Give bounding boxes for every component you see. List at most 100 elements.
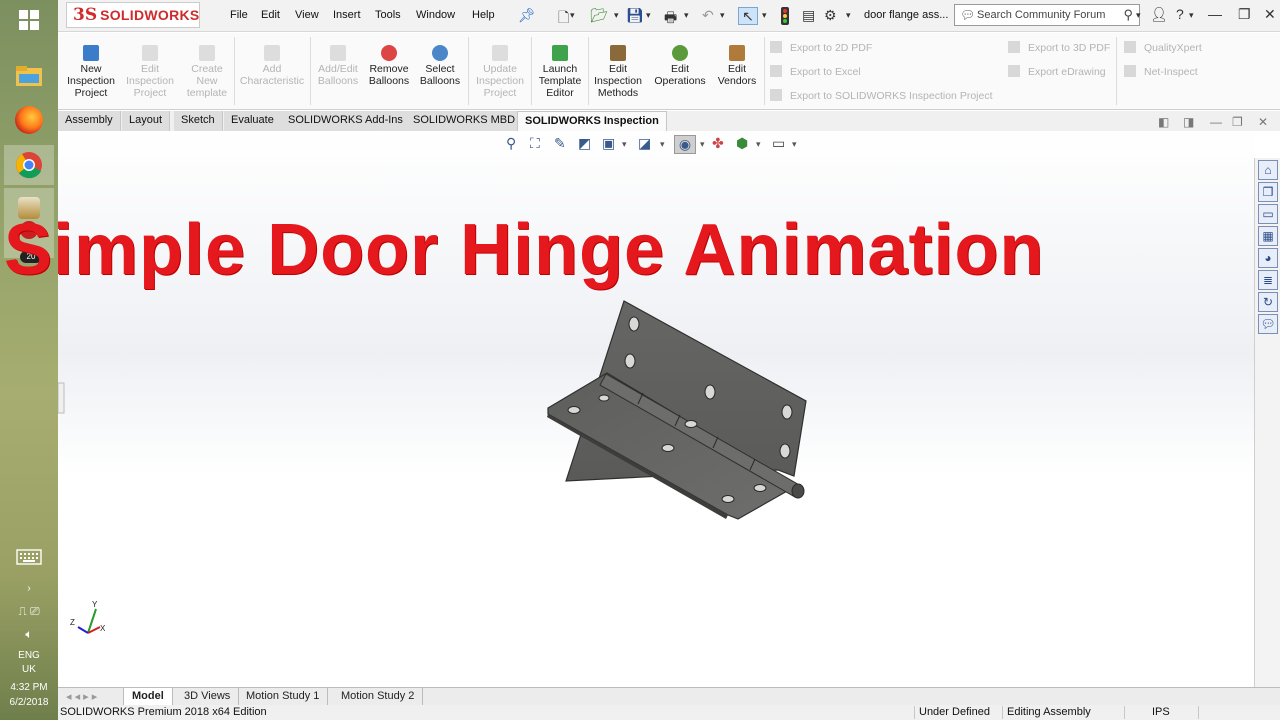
edit-inspection-methods-button[interactable]: Edit Inspection Methods xyxy=(590,45,646,99)
view-orientation-icon[interactable]: ◪ xyxy=(638,135,651,152)
viewport-close-icon[interactable]: ✕ xyxy=(1258,115,1268,129)
export-edrawing-button[interactable]: Export eDrawing xyxy=(1008,65,1106,78)
help-dropdown-icon[interactable]: ▾ xyxy=(1189,10,1194,28)
display-monitor-icon[interactable]: ▭ xyxy=(772,135,785,152)
firefox-button[interactable] xyxy=(4,100,54,140)
options-dropdown-icon[interactable]: ▾ xyxy=(846,10,851,28)
zoom-to-area-icon[interactable]: ⛶ xyxy=(530,135,540,152)
select-dropdown-icon[interactable]: ▾ xyxy=(762,10,767,28)
orientation-dropdown-icon[interactable]: ▾ xyxy=(660,139,665,150)
add-characteristic-button[interactable]: Add Characteristic xyxy=(238,45,306,87)
menu-insert[interactable]: Insert xyxy=(333,9,361,21)
rebuild-traffic-light-icon[interactable] xyxy=(780,7,790,25)
clock-date[interactable]: 6/2/2018 xyxy=(0,696,58,710)
monitor-dropdown-icon[interactable]: ▾ xyxy=(792,139,797,150)
menu-edit[interactable]: Edit xyxy=(261,9,280,21)
open-folder-icon[interactable]: 📂︎ xyxy=(590,7,608,25)
open-dropdown-icon[interactable]: ▾ xyxy=(614,10,619,28)
options-gear-icon[interactable]: ⚙ xyxy=(824,7,837,25)
undo-icon[interactable]: ↶ xyxy=(702,7,714,25)
search-dropdown-icon[interactable]: ▾ xyxy=(1136,10,1141,28)
remove-balloons-button[interactable]: Remove Balloons xyxy=(366,45,412,87)
save-icon[interactable]: 💾︎ xyxy=(626,7,644,25)
export-excel-button[interactable]: Export to Excel xyxy=(770,65,861,78)
menu-window[interactable]: Window xyxy=(416,9,455,21)
help-icon[interactable]: ? xyxy=(1176,6,1184,22)
tab-assembly[interactable]: Assembly xyxy=(58,111,121,131)
feature-tree-handle[interactable] xyxy=(58,382,65,414)
print-icon[interactable]: 🖶 xyxy=(664,7,677,25)
new-dropdown-icon[interactable]: ▾ xyxy=(570,10,575,28)
tab-motion-study-2[interactable]: Motion Study 2 xyxy=(333,688,424,705)
edit-operations-button[interactable]: Edit Operations xyxy=(650,45,710,87)
select-pointer-icon[interactable]: ↖ xyxy=(738,7,758,25)
chrome-button[interactable] xyxy=(4,145,54,185)
viewport-forward-icon[interactable]: ◨ xyxy=(1183,115,1194,129)
close-icon[interactable]: ✕ xyxy=(1264,6,1276,23)
dynamic-annotation-icon[interactable]: ▣ xyxy=(602,135,615,152)
launch-template-editor-button[interactable]: Launch Template Editor xyxy=(534,45,586,99)
viewport-restore-icon[interactable]: ❐ xyxy=(1232,115,1243,129)
search-icon[interactable]: ⚲ xyxy=(1123,7,1133,23)
menu-tools[interactable]: Tools xyxy=(375,9,401,21)
display-style-icon[interactable]: ◉ xyxy=(674,135,696,154)
hide-show-items-icon[interactable]: ✤ xyxy=(712,135,724,152)
menu-file[interactable]: File xyxy=(230,9,248,21)
volume-icon[interactable]: 🔈︎ xyxy=(0,627,58,641)
minimize-icon[interactable]: — xyxy=(1208,6,1222,22)
appearance-dropdown-icon[interactable]: ▾ xyxy=(756,139,761,150)
export-2d-pdf-button[interactable]: Export to 2D PDF xyxy=(770,41,872,54)
restore-icon[interactable]: ❐ xyxy=(1238,6,1251,23)
new-inspection-project-button[interactable]: New Inspection Project xyxy=(64,45,118,99)
tab-solidworks-addins[interactable]: SOLIDWORKS Add-Ins xyxy=(281,111,411,131)
export-inspection-project-button[interactable]: Export to SOLIDWORKS Inspection Project xyxy=(770,89,993,102)
file-explorer-icon[interactable]: ▭ xyxy=(1258,204,1278,224)
unit-system[interactable]: IPS xyxy=(1152,706,1170,718)
user-account-icon[interactable]: 👤︎ xyxy=(1150,6,1168,23)
edit-appearance-icon[interactable]: ⬢ xyxy=(736,135,748,152)
viewport-minimize-icon[interactable]: — xyxy=(1210,115,1222,129)
new-document-icon[interactable]: 🗋 xyxy=(558,7,569,25)
tray-expand-icon[interactable]: › xyxy=(0,582,58,596)
file-properties-icon[interactable]: ▤ xyxy=(802,7,815,25)
net-inspect-button[interactable]: Net-Inspect xyxy=(1124,65,1198,78)
tab-scroll-arrows[interactable]: ◂ ◂ ▸ ▸ xyxy=(58,688,124,705)
annotation-dropdown-icon[interactable]: ▾ xyxy=(622,139,627,150)
file-explorer-button[interactable] xyxy=(4,56,54,96)
update-inspection-project-button[interactable]: Update Inspection Project xyxy=(472,45,528,99)
section-view-icon[interactable]: ◩ xyxy=(578,135,591,152)
tab-solidworks-mbd[interactable]: SOLIDWORKS MBD xyxy=(406,111,524,131)
edit-inspection-project-button[interactable]: Edit Inspection Project xyxy=(124,45,176,99)
display-style-dropdown-icon[interactable]: ▾ xyxy=(700,139,705,150)
export-3d-pdf-button[interactable]: Export to 3D PDF xyxy=(1008,41,1110,54)
touch-keyboard-button[interactable] xyxy=(4,542,54,572)
menu-view[interactable]: View xyxy=(295,9,319,21)
tab-layout[interactable]: Layout xyxy=(122,111,171,131)
print-dropdown-icon[interactable]: ▾ xyxy=(684,10,689,28)
tab-sketch[interactable]: Sketch xyxy=(174,111,223,131)
design-library-icon[interactable]: ❒ xyxy=(1258,182,1278,202)
previous-view-icon[interactable]: ✎ xyxy=(554,135,566,152)
solidworks-logo[interactable]: 3S SOLIDWORKS xyxy=(66,2,200,28)
viewport-back-icon[interactable]: ◧ xyxy=(1158,115,1169,129)
input-language[interactable]: ENG xyxy=(0,649,58,663)
appearances-icon[interactable]: ◕ xyxy=(1258,248,1278,268)
community-icon[interactable]: 💬︎ xyxy=(1258,314,1278,334)
tab-solidworks-inspection[interactable]: SOLIDWORKS Inspection xyxy=(517,111,667,131)
menu-help[interactable]: Help xyxy=(472,9,495,21)
zoom-to-fit-icon[interactable]: ⚲ xyxy=(506,135,516,152)
save-dropdown-icon[interactable]: ▾ xyxy=(646,10,651,28)
edit-vendors-button[interactable]: Edit Vendors xyxy=(714,45,760,87)
custom-properties-icon[interactable]: ≣ xyxy=(1258,270,1278,290)
qualityxpert-button[interactable]: QualityXpert xyxy=(1124,41,1202,54)
community-search-input[interactable]: 💬︎ Search Community Forum ⚲ xyxy=(954,4,1140,26)
tab-3d-views[interactable]: 3D Views xyxy=(176,688,240,705)
undo-dropdown-icon[interactable]: ▾ xyxy=(720,10,725,28)
input-region[interactable]: UK xyxy=(0,663,58,677)
tab-evaluate[interactable]: Evaluate xyxy=(224,111,282,131)
clock-time[interactable]: 4:32 PM xyxy=(0,681,58,695)
tab-model[interactable]: Model xyxy=(124,688,173,705)
tab-motion-study-1[interactable]: Motion Study 1 xyxy=(238,688,329,705)
pin-menu-icon[interactable]: 📌︎ xyxy=(518,7,536,25)
view-palette-icon[interactable]: ▦ xyxy=(1258,226,1278,246)
